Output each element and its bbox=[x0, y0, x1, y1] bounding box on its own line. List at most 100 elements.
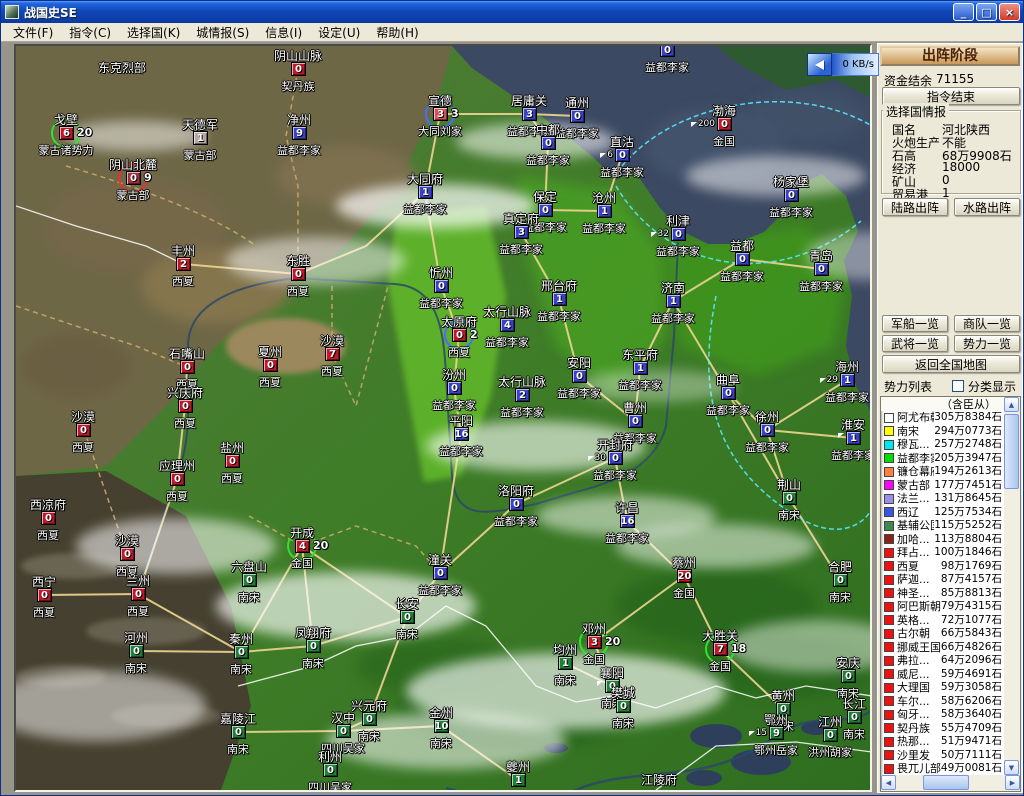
warship-list-button[interactable]: 军船一览 bbox=[882, 315, 948, 332]
city-flag[interactable]: 0 bbox=[841, 669, 856, 683]
city-flag[interactable]: 0 bbox=[541, 136, 556, 150]
horizontal-scrollbar[interactable]: ◀ ▶ bbox=[881, 775, 1020, 791]
city-flag[interactable]: 0 bbox=[615, 148, 630, 162]
sea-deploy-button[interactable]: 水路出阵 bbox=[954, 198, 1020, 216]
city-flag[interactable]: 0 bbox=[180, 360, 195, 374]
faction-row[interactable]: 萨迦... 87万4157石 bbox=[881, 573, 1004, 587]
city-flag[interactable]: 2 bbox=[176, 257, 191, 271]
city-flag[interactable]: 0 bbox=[225, 454, 240, 468]
city-flag[interactable]: 9 bbox=[769, 726, 784, 740]
faction-row[interactable]: 挪威王国 66万4826石 bbox=[881, 641, 1004, 655]
city-flag[interactable]: 1 bbox=[846, 431, 861, 445]
city-flag[interactable]: 10 bbox=[434, 719, 449, 733]
city-flag[interactable]: 0 bbox=[760, 423, 775, 437]
city-flag[interactable]: 0 bbox=[721, 386, 736, 400]
city-flag[interactable]: 0 bbox=[660, 46, 675, 57]
faction-row[interactable]: 神圣... 85万8813石 bbox=[881, 587, 1004, 601]
menu-item-6[interactable]: 帮助(H) bbox=[368, 23, 426, 42]
city-flag[interactable]: 0 bbox=[782, 491, 797, 505]
city-flag[interactable]: 0 bbox=[433, 566, 448, 580]
faction-row[interactable]: 基辅公国115万5252石 bbox=[881, 519, 1004, 533]
city-flag[interactable]: 3 bbox=[514, 225, 529, 239]
close-button[interactable]: × bbox=[999, 3, 1020, 21]
city-flag[interactable]: 3 bbox=[587, 635, 602, 649]
title-bar[interactable]: 战国史SE _ □ × bbox=[1, 1, 1023, 23]
city-flag[interactable]: 0 bbox=[570, 109, 585, 123]
scroll-down-button[interactable]: ▼ bbox=[1004, 760, 1019, 775]
city-flag[interactable]: 0 bbox=[178, 399, 193, 413]
city-flag[interactable]: 0 bbox=[291, 267, 306, 281]
faction-row[interactable]: 威尼... 59万4691石 bbox=[881, 668, 1004, 682]
city-flag[interactable]: 1 bbox=[511, 773, 526, 787]
faction-row[interactable]: 西辽 125万7534石 bbox=[881, 506, 1004, 520]
city-flag[interactable]: 4 bbox=[500, 318, 515, 332]
city-flag[interactable]: 0 bbox=[605, 679, 620, 693]
menu-item-3[interactable]: 城情报(S) bbox=[188, 23, 257, 42]
scroll-up-button[interactable]: ▲ bbox=[1004, 397, 1019, 412]
city-flag[interactable]: 0 bbox=[170, 472, 185, 486]
city-flag[interactable]: 4 bbox=[295, 539, 310, 553]
city-flag[interactable]: 1 bbox=[193, 131, 208, 145]
city-flag[interactable]: 0 bbox=[76, 423, 91, 437]
city-flag[interactable]: 0 bbox=[572, 369, 587, 383]
city-flag[interactable]: 7 bbox=[713, 642, 728, 656]
city-flag[interactable]: 0 bbox=[131, 587, 146, 601]
faction-row[interactable]: 英格... 72万1077石 bbox=[881, 614, 1004, 628]
city-flag[interactable]: 1 bbox=[633, 361, 648, 375]
city-flag[interactable]: 0 bbox=[776, 702, 791, 716]
city-flag[interactable]: 0 bbox=[434, 279, 449, 293]
faction-list-button[interactable]: 势力一览 bbox=[954, 335, 1020, 352]
vertical-scroll-thumb[interactable] bbox=[1004, 414, 1019, 489]
city-flag[interactable]: 0 bbox=[814, 262, 829, 276]
city-flag[interactable]: 0 bbox=[291, 62, 306, 76]
city-flag[interactable]: 1 bbox=[552, 292, 567, 306]
menu-item-0[interactable]: 文件(F) bbox=[5, 23, 61, 42]
city-flag[interactable]: 0 bbox=[231, 725, 246, 739]
faction-row[interactable]: 阿巴斯朝 79万4315石 bbox=[881, 600, 1004, 614]
city-flag[interactable]: 0 bbox=[37, 588, 52, 602]
menu-item-1[interactable]: 指令(C) bbox=[61, 23, 119, 42]
city-flag[interactable]: 0 bbox=[608, 451, 623, 465]
city-flag[interactable]: 1 bbox=[558, 656, 573, 670]
city-flag[interactable]: 0 bbox=[242, 573, 257, 587]
city-flag[interactable]: 3 bbox=[522, 107, 537, 121]
city-flag[interactable]: 0 bbox=[823, 728, 838, 742]
faction-row[interactable]: 契丹族 55万4709石 bbox=[881, 722, 1004, 736]
city-flag[interactable]: 1 bbox=[840, 373, 855, 387]
network-icon[interactable] bbox=[807, 53, 832, 76]
return-map-button[interactable]: 返回全国地图 bbox=[882, 355, 1020, 373]
city-flag[interactable]: 0 bbox=[538, 203, 553, 217]
city-flag[interactable]: 0 bbox=[234, 645, 249, 659]
faction-row[interactable]: 沙里发 50万7111石 bbox=[881, 749, 1004, 763]
faction-row[interactable]: 南宋 294万0773石 bbox=[881, 425, 1004, 439]
city-flag[interactable]: 0 bbox=[784, 188, 799, 202]
city-flag[interactable]: 3 bbox=[433, 107, 448, 121]
faction-row[interactable]: 蒙古部 177万7451石 bbox=[881, 479, 1004, 493]
city-flag[interactable]: 0 bbox=[671, 227, 686, 241]
scroll-left-button[interactable]: ◀ bbox=[881, 775, 896, 790]
menu-item-2[interactable]: 选择国(K) bbox=[119, 23, 188, 42]
general-list-button[interactable]: 武将一览 bbox=[882, 335, 948, 352]
faction-row[interactable]: 西夏 98万1769石 bbox=[881, 560, 1004, 574]
minimize-button[interactable]: _ bbox=[953, 3, 974, 21]
city-flag[interactable]: 6 bbox=[59, 126, 74, 140]
city-flag[interactable]: 0 bbox=[120, 547, 135, 561]
city-flag[interactable]: 2 bbox=[515, 388, 530, 402]
city-flag[interactable]: 0 bbox=[336, 724, 351, 738]
city-flag[interactable]: 16 bbox=[454, 427, 469, 441]
faction-row[interactable]: 穆瓦... 257万2748石 bbox=[881, 438, 1004, 452]
menu-item-4[interactable]: 信息(I) bbox=[257, 23, 310, 42]
scroll-right-button[interactable]: ▶ bbox=[1005, 775, 1020, 790]
faction-row[interactable]: 古尔朝 66万5843石 bbox=[881, 627, 1004, 641]
city-flag[interactable]: 0 bbox=[362, 712, 377, 726]
faction-row[interactable]: 法兰... 131万8645石 bbox=[881, 492, 1004, 506]
faction-row[interactable]: 拜占... 100万1846石 bbox=[881, 546, 1004, 560]
city-flag[interactable]: 0 bbox=[126, 171, 141, 185]
city-flag[interactable]: 0 bbox=[509, 497, 524, 511]
city-flag[interactable]: 1 bbox=[666, 294, 681, 308]
city-flag[interactable]: 0 bbox=[41, 511, 56, 525]
city-flag[interactable]: 9 bbox=[292, 126, 307, 140]
city-flag[interactable]: 0 bbox=[447, 381, 462, 395]
map-viewport[interactable]: 6 戈壁 蒙古诸势力 20 1 天德军 蒙古部 0 阴山北麓 蒙古部 9 0 阴山山脉 契丹族 9 净州 益都李… bbox=[14, 44, 872, 792]
city-flag[interactable]: 0 bbox=[129, 644, 144, 658]
